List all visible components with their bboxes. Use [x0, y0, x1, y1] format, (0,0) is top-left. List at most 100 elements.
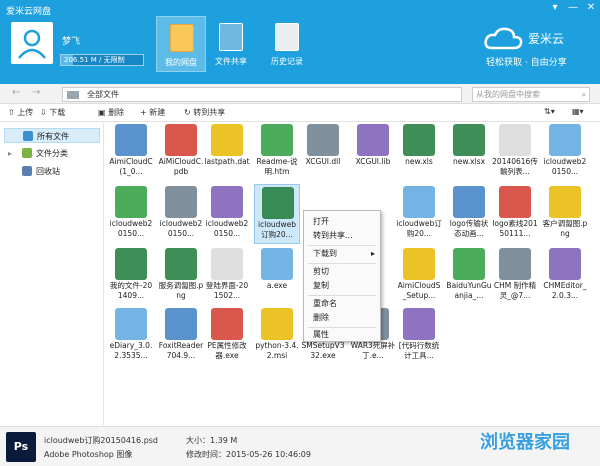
back-button[interactable]: ←: [12, 87, 20, 98]
quota-text: 206.51 M / 无限制: [64, 56, 125, 64]
submenu-arrow-icon: ▸: [370, 249, 375, 258]
file-name: logo素线20150111...: [492, 219, 538, 238]
sidebar-item-all-files[interactable]: 所有文件: [4, 128, 100, 143]
file-icon: [307, 124, 339, 156]
file-item[interactable]: 我的文件-201409...: [108, 246, 154, 306]
file-icon: [165, 186, 197, 218]
file-item[interactable]: FoxitReader704.9...: [158, 306, 204, 366]
sidebar-item-label: 文件分类: [36, 149, 68, 158]
file-name: Readme-说明.htm: [256, 157, 298, 176]
context-menu: 打开 转到共享... 下载到 ▸ 剪切 复制 重命名 删除 属性: [303, 210, 381, 342]
file-item[interactable]: icloudweb20150...: [108, 184, 154, 244]
file-item[interactable]: PE属性修改器.exe: [204, 306, 250, 366]
file-item[interactable]: icloudweb20150...: [204, 184, 250, 244]
new-button[interactable]: + 新建: [140, 107, 165, 118]
sidebar-item-recycle-bin[interactable]: 回收站: [4, 164, 100, 179]
file-icon: [499, 124, 531, 156]
upload-button[interactable]: ⇧ 上传: [8, 107, 33, 118]
file-item[interactable]: lastpath.dat: [204, 122, 250, 182]
file-item[interactable]: AiMiCloudC.pdb: [158, 122, 204, 182]
file-item[interactable]: 登陆界面-201502...: [204, 246, 250, 306]
download-icon: ⇩: [40, 108, 50, 117]
menu-item-cut[interactable]: 剪切: [304, 265, 380, 279]
file-item[interactable]: 服务调匐图.png: [158, 246, 204, 306]
file-item[interactable]: logo传输状态动画...: [446, 184, 492, 244]
file-name: 20140616传輸列表...: [492, 157, 538, 176]
delete-button[interactable]: ▣ 删除: [98, 107, 124, 118]
watermark: 浏览器家园: [480, 432, 570, 453]
minimize-button[interactable]: —: [566, 2, 580, 13]
file-name: [代码行数统计工具...: [398, 341, 440, 360]
menu-item-copy[interactable]: 复制: [304, 279, 380, 293]
file-name: SMSetupV332.exe: [301, 341, 345, 360]
file-item[interactable]: CHMEditor_2.0.3...: [542, 246, 588, 306]
file-item[interactable]: python-3.4.2.msi: [254, 306, 300, 366]
file-name: 登陆界面-201502...: [205, 281, 249, 300]
menu-item-delete[interactable]: 删除: [304, 311, 380, 325]
file-icon: [261, 124, 293, 156]
user-icon: [18, 29, 46, 59]
nav-my-disk[interactable]: 我的网盘: [156, 16, 206, 72]
file-item[interactable]: 客户调匐图.png: [542, 184, 588, 244]
file-item[interactable]: new.xlsx: [446, 122, 492, 182]
status-size: 大小：1.39 M: [186, 436, 238, 445]
file-item[interactable]: icloudweb订购20...: [396, 184, 442, 244]
file-name: BaiduYunGuanjia_...: [446, 281, 492, 300]
file-item[interactable]: 20140616传輸列表...: [492, 122, 538, 182]
file-item[interactable]: [代码行数统计工具...: [396, 306, 442, 366]
breadcrumb[interactable]: 全部文件: [62, 87, 462, 102]
view-mode-button[interactable]: ▦▾: [572, 107, 584, 116]
avatar[interactable]: [11, 22, 53, 64]
nav-label: 历史记录: [271, 57, 303, 66]
menu-item-rename[interactable]: 重命名: [304, 297, 380, 311]
file-icon: [211, 248, 243, 280]
sort-button[interactable]: ⇅▾: [544, 107, 555, 116]
file-item[interactable]: icloudweb订购20...: [254, 184, 300, 244]
menu-item-download-to[interactable]: 下载到 ▸: [304, 247, 380, 261]
search-icon[interactable]: ⌕: [582, 88, 586, 101]
file-icon: [403, 124, 435, 156]
menu-item-properties[interactable]: 属性: [304, 328, 380, 342]
file-name: icloudweb20150...: [109, 219, 153, 238]
file-item[interactable]: AimiCloudC(1_0...: [108, 122, 154, 182]
file-item[interactable]: Readme-说明.htm: [254, 122, 300, 182]
file-icon: [453, 248, 485, 280]
file-icon: [211, 308, 243, 340]
nav-history[interactable]: 历史记录: [262, 16, 312, 72]
menu-dropdown-icon[interactable]: ▾: [548, 2, 562, 13]
file-item[interactable]: logo素线20150111...: [492, 184, 538, 244]
file-name: logo传输状态动画...: [449, 219, 489, 238]
menu-divider: [308, 263, 376, 264]
file-icon: [453, 124, 485, 156]
file-item[interactable]: BaiduYunGuanjia_...: [446, 246, 492, 306]
file-name: a.exe: [266, 281, 288, 290]
menu-item-open[interactable]: 打开: [304, 215, 380, 229]
file-item[interactable]: eDiary_3.0.2.3535...: [108, 306, 154, 366]
move-to-share-button[interactable]: ↻ 转到共享: [184, 107, 225, 118]
download-button[interactable]: ⇩ 下载: [40, 107, 65, 118]
file-item[interactable]: XCGUI.lib: [350, 122, 396, 182]
file-name: FoxitReader704.9...: [158, 341, 204, 360]
file-icon: [115, 308, 147, 340]
expand-arrow-icon[interactable]: ▸: [8, 146, 12, 161]
window-title: 爱米云网盘: [6, 7, 52, 17]
file-item[interactable]: AimiCloudS_Setup...: [396, 246, 442, 306]
file-item[interactable]: a.exe: [254, 246, 300, 306]
file-icon: [261, 248, 293, 280]
nav-file-share[interactable]: 文件共享: [206, 16, 256, 72]
file-item[interactable]: icloudweb20150...: [542, 122, 588, 182]
file-item[interactable]: XCGUI.dll: [300, 122, 346, 182]
status-filetype: Adobe Photoshop 图像: [44, 450, 133, 459]
close-button[interactable]: ✕: [584, 2, 598, 13]
file-item[interactable]: icloudweb20150...: [158, 184, 204, 244]
file-item[interactable]: CHM 制作精灵_@7...: [492, 246, 538, 306]
forward-button[interactable]: →: [32, 87, 40, 98]
search-input[interactable]: 从我的网盘中搜索 ⌕: [472, 87, 590, 102]
sidebar-item-categories[interactable]: ▸ 文件分类: [4, 146, 100, 161]
menu-item-move-to-share[interactable]: 转到共享...: [304, 229, 380, 243]
file-name: eDiary_3.0.2.3535...: [109, 341, 153, 360]
file-icon: [211, 124, 243, 156]
file-item[interactable]: new.xls: [396, 122, 442, 182]
user-name: 梦飞: [62, 37, 81, 47]
file-icon: [165, 308, 197, 340]
